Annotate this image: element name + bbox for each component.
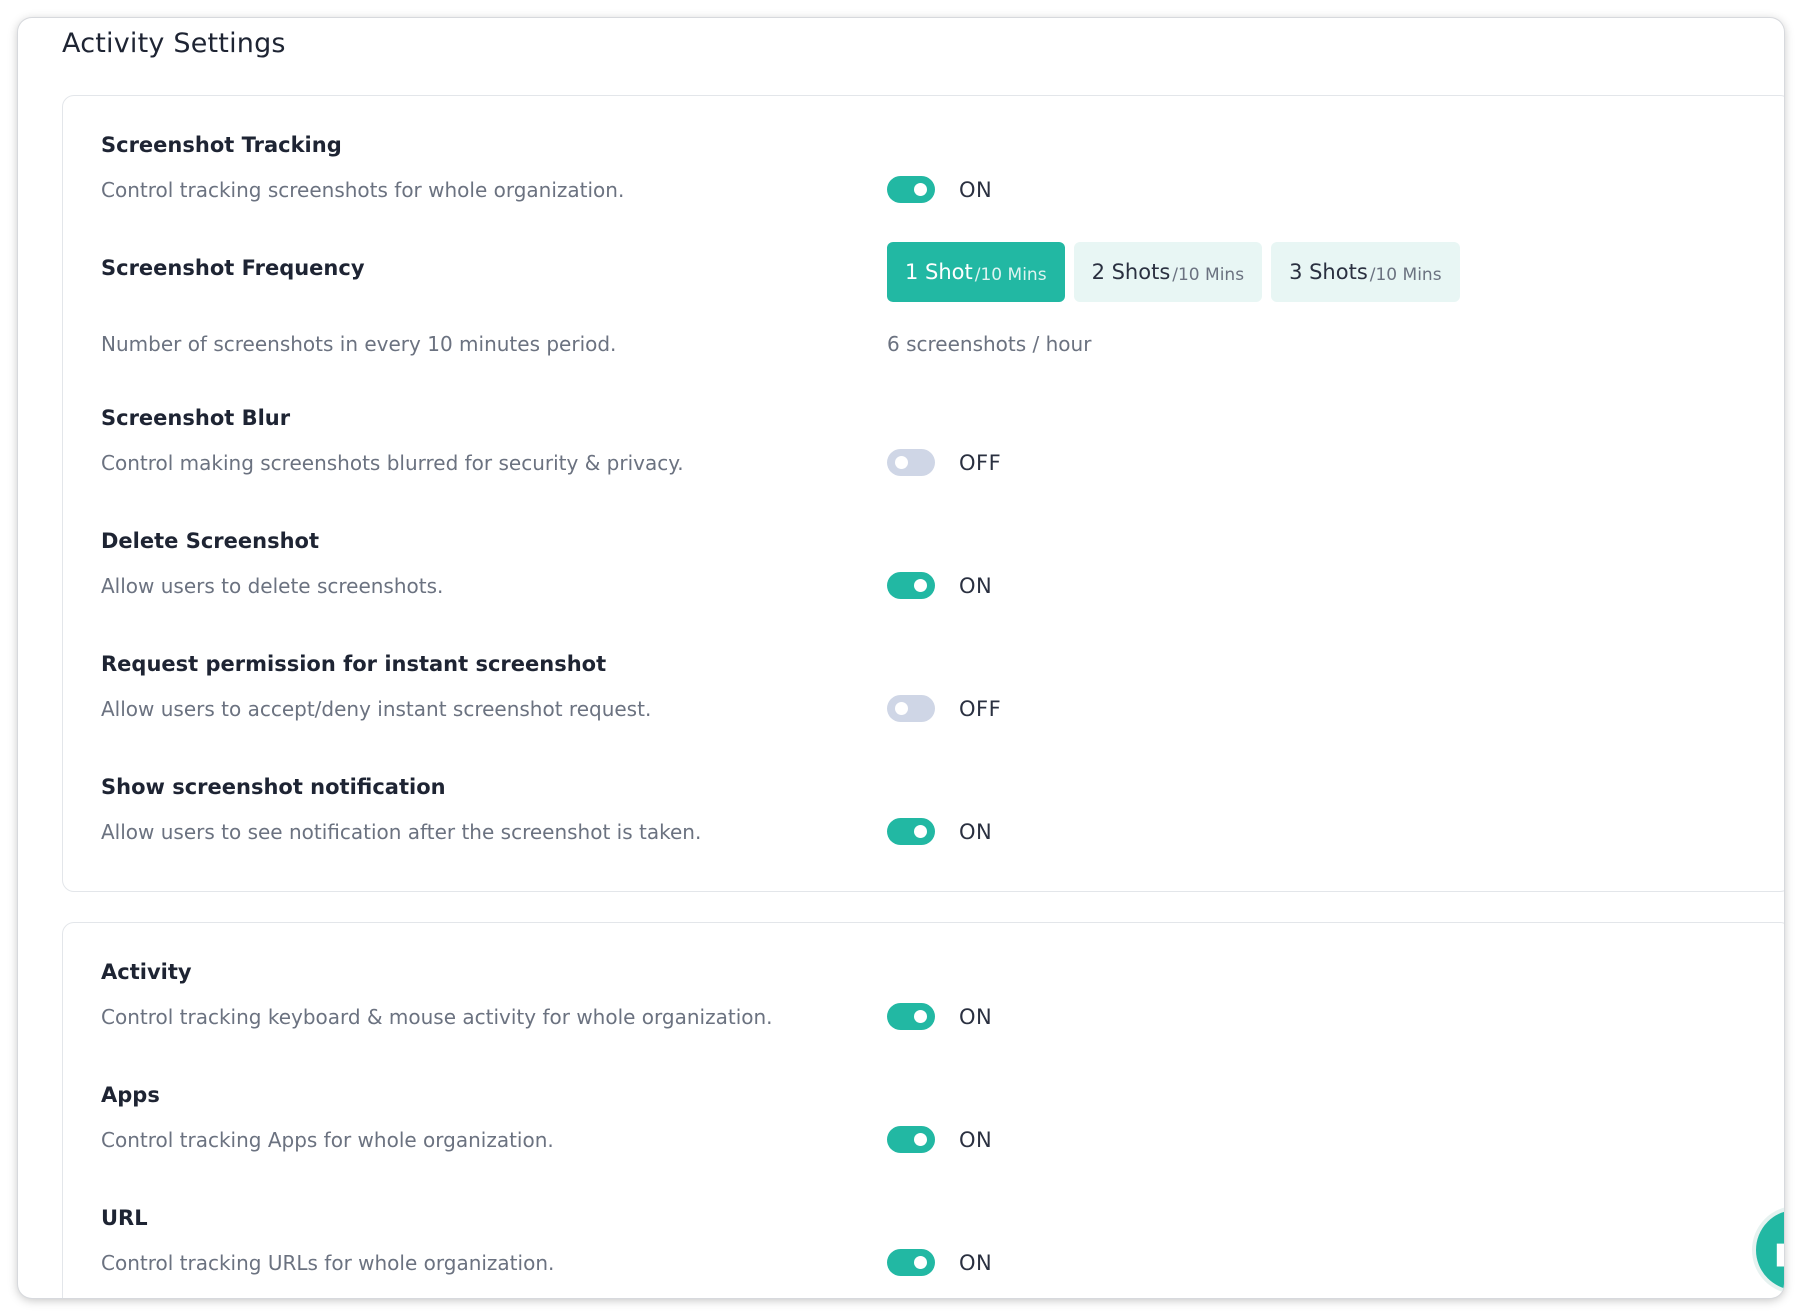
toggle-state-label: ON <box>959 573 993 598</box>
setting-title: Show screenshot notification <box>101 775 446 799</box>
setting-description: Allow users to delete screenshots. <box>101 574 444 598</box>
setting-description: Number of screenshots in every 10 minute… <box>101 332 617 356</box>
setting-title: Activity <box>101 960 192 984</box>
screenshot-notification-toggle[interactable] <box>887 818 935 845</box>
toggle-knob <box>914 1010 927 1023</box>
setting-description: Control tracking keyboard & mouse activi… <box>101 1005 773 1029</box>
toggle-knob <box>914 1256 927 1269</box>
toggle-group: OFF <box>887 695 1001 722</box>
frequency-option-1-shot[interactable]: 1 Shot/10 Mins <box>887 242 1065 302</box>
setting-title: Apps <box>101 1083 160 1107</box>
setting-description: Allow users to accept/deny instant scree… <box>101 697 652 721</box>
setting-description: Control tracking Apps for whole organiza… <box>101 1128 554 1152</box>
setting-description: Control making screenshots blurred for s… <box>101 451 684 475</box>
setting-description: Control tracking URLs for whole organiza… <box>101 1251 555 1275</box>
frequency-summary: 6 screenshots / hour <box>887 332 1092 356</box>
option-unit: /10 Mins <box>1369 265 1442 285</box>
toggle-group: ON <box>887 1126 992 1153</box>
chat-glyph: ▮ <box>1774 1236 1784 1271</box>
toggle-group: ON <box>887 818 992 845</box>
setting-title: Screenshot Frequency <box>101 256 365 280</box>
settings-window: Activity Settings Screenshot Tracking Co… <box>18 18 1784 1298</box>
setting-title: Delete Screenshot <box>101 529 319 553</box>
screenshot-tracking-toggle[interactable] <box>887 176 935 203</box>
toggle-knob <box>895 702 908 715</box>
toggle-knob <box>914 579 927 592</box>
toggle-state-label: ON <box>959 1127 993 1152</box>
request-permission-toggle[interactable] <box>887 695 935 722</box>
setting-title: Request permission for instant screensho… <box>101 652 607 676</box>
toggle-knob <box>895 456 908 469</box>
frequency-option-3-shots[interactable]: 3 Shots/10 Mins <box>1271 242 1460 302</box>
toggle-state-label: OFF <box>959 450 1002 475</box>
toggle-state-label: OFF <box>959 696 1002 721</box>
screenshot-settings-card: Screenshot Tracking Control tracking scr… <box>62 95 1784 892</box>
screenshot-blur-toggle[interactable] <box>887 449 935 476</box>
delete-screenshot-toggle[interactable] <box>887 572 935 599</box>
option-unit: /10 Mins <box>1172 265 1245 285</box>
toggle-group: ON <box>887 1249 992 1276</box>
toggle-knob <box>914 183 927 196</box>
toggle-group: ON <box>887 1003 992 1030</box>
option-unit: /10 Mins <box>974 265 1047 285</box>
activity-toggle[interactable] <box>887 1003 935 1030</box>
option-label: 2 Shots <box>1091 260 1171 284</box>
frequency-option-2-shots[interactable]: 2 Shots/10 Mins <box>1073 242 1263 302</box>
option-label: 3 Shots <box>1289 260 1368 284</box>
frequency-options: 1 Shot/10 Mins 2 Shots/10 Mins 3 Shots/1… <box>887 242 1460 302</box>
toggle-knob <box>914 1133 927 1146</box>
toggle-group: ON <box>887 176 992 203</box>
setting-description: Control tracking screenshots for whole o… <box>101 178 625 202</box>
toggle-state-label: ON <box>959 1004 993 1029</box>
apps-toggle[interactable] <box>887 1126 935 1153</box>
toggle-knob <box>914 825 927 838</box>
setting-title: URL <box>101 1206 148 1230</box>
url-toggle[interactable] <box>887 1249 935 1276</box>
toggle-group: OFF <box>887 449 1001 476</box>
setting-title: Screenshot Tracking <box>101 133 342 157</box>
activity-settings-card: Activity Control tracking keyboard & mou… <box>62 922 1784 1298</box>
page-title: Activity Settings <box>62 28 286 59</box>
toggle-state-label: ON <box>959 819 993 844</box>
toggle-state-label: ON <box>959 1250 993 1275</box>
setting-description: Allow users to see notification after th… <box>101 820 702 844</box>
setting-title: Screenshot Blur <box>101 406 291 430</box>
option-label: 1 Shot <box>905 260 973 284</box>
toggle-state-label: ON <box>959 177 993 202</box>
toggle-group: ON <box>887 572 992 599</box>
